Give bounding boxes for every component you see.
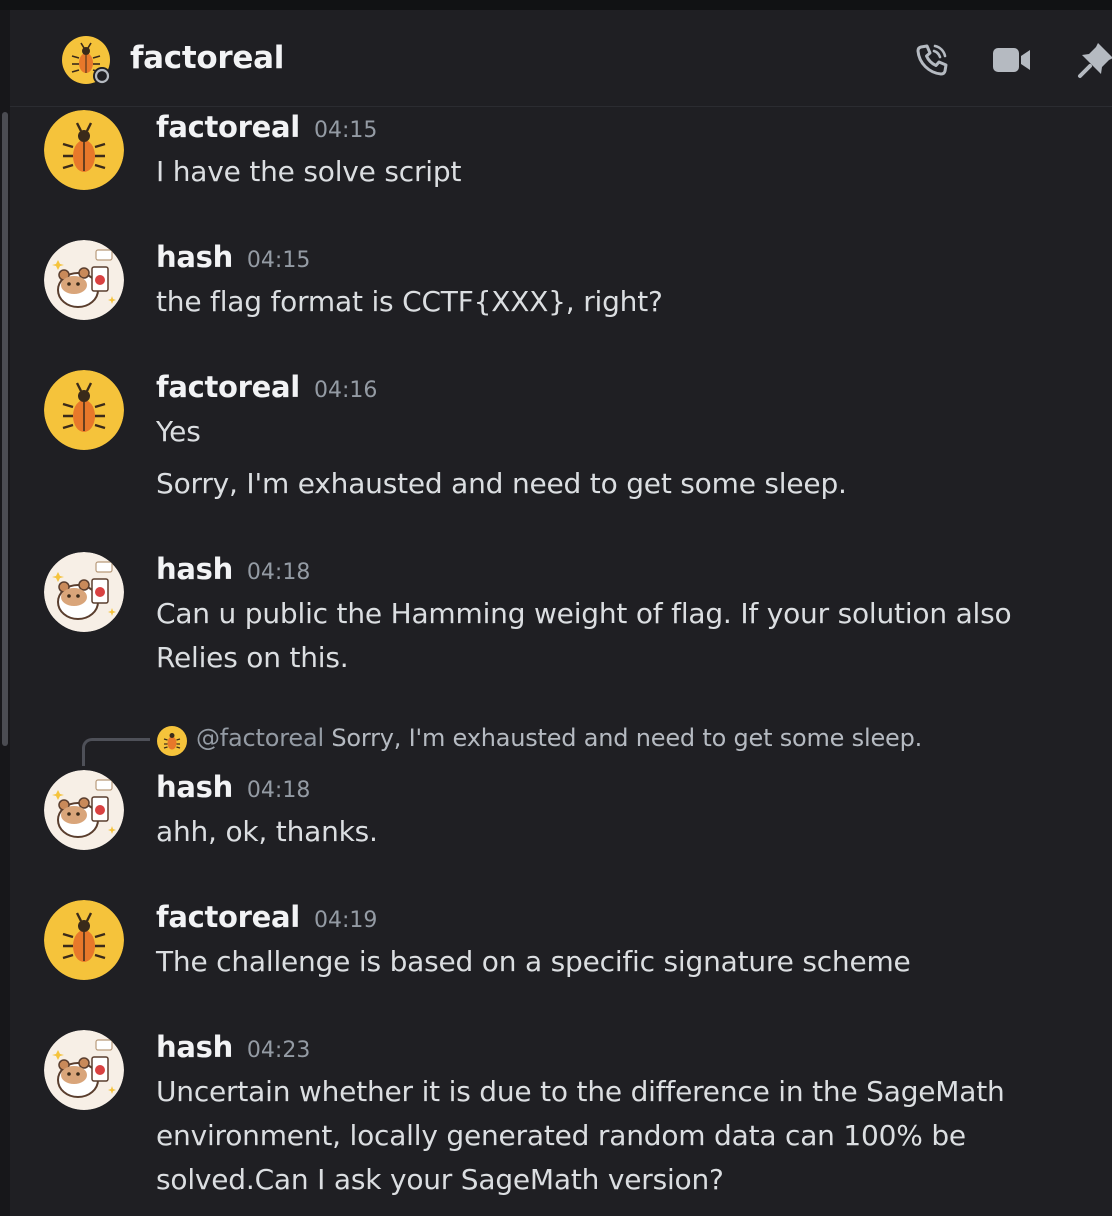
message-timestamp: 04:18: [246, 778, 311, 803]
avatar[interactable]: [44, 370, 124, 450]
hamster-avatar-icon: [44, 1030, 124, 1110]
reply-preview[interactable]: @factoreal Sorry, I'm exhausted and need…: [196, 724, 922, 752]
message-text: Can u public the Hamming weight of flag.…: [156, 597, 1012, 630]
video-camera-icon: [993, 48, 1030, 72]
message-author[interactable]: hash 04:18: [156, 552, 310, 586]
reply-avatar[interactable]: [157, 726, 187, 756]
message-text: Relies on this.: [156, 641, 349, 674]
message-timestamp: 04:18: [246, 560, 311, 585]
avatar[interactable]: [44, 240, 124, 320]
message-timestamp: 04:15: [246, 248, 311, 273]
message-text: I have the solve script: [156, 155, 462, 188]
message-text: solved.Can I ask your SageMath version?: [156, 1163, 724, 1196]
message-text: environment, locally generated random da…: [156, 1119, 966, 1152]
message-timestamp: 04:16: [313, 378, 378, 403]
pin-icon: [1078, 43, 1112, 78]
bug-avatar-icon: [157, 726, 187, 756]
avatar[interactable]: [44, 770, 124, 850]
message-text: the flag format is CCTF{XXX}, right?: [156, 285, 663, 318]
avatar[interactable]: [44, 1030, 124, 1110]
message-text: ahh, ok, thanks.: [156, 815, 378, 848]
message-author[interactable]: hash 04:23: [156, 1030, 310, 1064]
message-author[interactable]: factoreal 04:16: [156, 370, 377, 404]
message-author[interactable]: hash 04:15: [156, 240, 310, 274]
reply-mention[interactable]: @factoreal: [196, 724, 324, 752]
scrollbar-thumb[interactable]: [2, 112, 8, 746]
window-top-strip: [0, 0, 1112, 10]
message-timestamp: 04:23: [246, 1038, 311, 1063]
start-video-call-button[interactable]: [992, 40, 1032, 80]
message-author[interactable]: factoreal 04:19: [156, 900, 377, 934]
channel-title: factoreal: [130, 40, 285, 76]
message-author[interactable]: hash 04:18: [156, 770, 310, 804]
message-timestamp: 04:19: [313, 908, 378, 933]
bug-avatar-icon: [44, 110, 124, 190]
avatar[interactable]: [44, 900, 124, 980]
hamster-avatar-icon: [44, 770, 124, 850]
bug-avatar-icon: [44, 370, 124, 450]
message-author[interactable]: factoreal 04:15: [156, 110, 377, 144]
hamster-avatar-icon: [44, 552, 124, 632]
channel-avatar[interactable]: [62, 36, 111, 85]
channel-header: factoreal: [10, 10, 1112, 107]
message-text: The challenge is based on a specific sig…: [156, 945, 911, 978]
message-text: Uncertain whether it is due to the diffe…: [156, 1075, 1005, 1108]
start-voice-call-button[interactable]: [912, 40, 952, 80]
reply-snippet: Sorry, I'm exhausted and need to get som…: [331, 724, 923, 752]
message-timestamp: 04:15: [313, 118, 378, 143]
pinned-messages-button[interactable]: [1076, 40, 1112, 80]
avatar[interactable]: [44, 552, 124, 632]
bug-avatar-icon: [62, 36, 111, 85]
bug-avatar-icon: [44, 900, 124, 980]
avatar[interactable]: [44, 110, 124, 190]
hamster-avatar-icon: [44, 240, 124, 320]
reply-connector: [82, 738, 150, 766]
message-text: Yes: [156, 415, 201, 448]
message-text: Sorry, I'm exhausted and need to get som…: [156, 467, 847, 500]
phone-call-icon: [916, 44, 948, 76]
